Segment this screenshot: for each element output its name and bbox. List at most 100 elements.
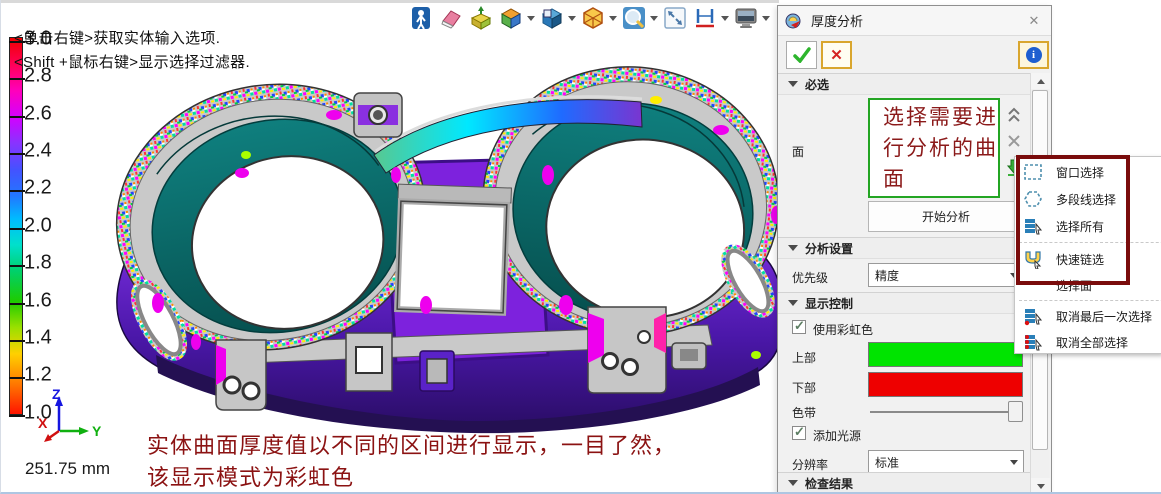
viewport-toolbar	[406, 4, 802, 32]
dialog-title: 厚度分析	[811, 11, 863, 30]
collapse-triangle-icon	[788, 480, 798, 486]
scroll-up-icon[interactable]	[1031, 73, 1050, 89]
light-checkbox-label: 添加光源	[813, 427, 861, 444]
resolution-dropdown[interactable]: 标准	[868, 450, 1024, 474]
cancel-last-selection-icon	[1020, 306, 1046, 326]
dialog-titlebar[interactable]: 厚度分析 ✕	[778, 6, 1051, 36]
prompt-right-click: <单击右键>获取实体输入选项.	[14, 27, 220, 48]
cancel-button[interactable]: ✕	[821, 41, 852, 69]
shaded-cube-icon	[499, 6, 523, 30]
upper-color-swatch[interactable]	[868, 342, 1023, 367]
section-display-control[interactable]: 显示控制	[778, 292, 1030, 314]
resolution-label: 分辨率	[792, 456, 828, 473]
priority-dropdown[interactable]: 精度	[868, 263, 1024, 287]
info-icon: i	[1026, 47, 1042, 63]
section-required[interactable]: 必选	[778, 73, 1030, 95]
color-band-slider-handle[interactable]	[1008, 401, 1023, 422]
scale-label: 1.8	[24, 252, 52, 275]
collapse-triangle-icon	[788, 245, 798, 251]
thickness-analysis-icon	[785, 12, 803, 30]
color-band-slider-track[interactable]	[870, 411, 1008, 413]
color-band-label: 色带	[792, 404, 816, 421]
dropdown-arrow[interactable]	[649, 5, 658, 31]
thickness-color-scale	[9, 37, 23, 415]
cancel-all-selection-icon	[1020, 332, 1046, 352]
menu-item-cancel-last-selection[interactable]: 取消最后一次选择	[1015, 303, 1161, 329]
priority-value: 精度	[875, 267, 899, 284]
wireframe-sphere-button[interactable]	[580, 5, 606, 31]
green-check-icon	[793, 47, 811, 63]
rainbow-checkbox-label: 使用彩虹色	[813, 321, 873, 338]
extrude-box-icon	[469, 6, 493, 30]
zoom-button[interactable]	[621, 5, 647, 31]
display-monitor-icon	[734, 7, 758, 29]
wireframe-sphere-icon	[581, 6, 605, 30]
resolution-value: 标准	[875, 454, 899, 471]
info-button[interactable]: i	[1018, 41, 1049, 69]
measure-distance-icon	[693, 6, 717, 30]
light-checkbox[interactable]	[792, 426, 806, 440]
eraser-icon	[439, 7, 463, 29]
collapse-chevrons-icon[interactable]	[1004, 104, 1024, 126]
model-3d-instrument-cluster[interactable]	[96, 55, 786, 445]
section-required-label: 必选	[805, 76, 829, 93]
dropdown-arrow[interactable]	[526, 5, 535, 31]
section-view-button[interactable]	[539, 5, 565, 31]
scale-label: 2.6	[24, 103, 52, 126]
fit-window-button[interactable]	[662, 5, 688, 31]
extrude-box-button[interactable]	[468, 5, 494, 31]
close-icon[interactable]: ✕	[1026, 13, 1042, 29]
scale-label: 2.0	[24, 215, 52, 238]
lower-color-label: 下部	[792, 379, 816, 396]
collapse-triangle-icon	[788, 300, 798, 306]
scroll-down-icon[interactable]	[1031, 478, 1050, 494]
dropdown-arrow[interactable]	[761, 5, 770, 31]
axis-y-label: Y	[92, 423, 102, 439]
section-display-label: 显示控制	[805, 295, 853, 312]
section-analysis-settings[interactable]: 分析设置	[778, 237, 1030, 259]
clear-selection-icon[interactable]	[1004, 130, 1024, 152]
zoom-magnifier-icon	[622, 6, 646, 30]
exit-sketch-button[interactable]	[408, 5, 434, 31]
annotation-select-surfaces: 选择需要进行分析的曲面	[868, 98, 1000, 198]
shaded-cube-button[interactable]	[498, 5, 524, 31]
start-analysis-button[interactable]: 开始分析	[868, 201, 1024, 232]
menu-item-cancel-all-selection[interactable]: 取消全部选择	[1015, 329, 1161, 355]
fit-window-icon	[663, 6, 687, 30]
annotation-rainbow-line1: 实体曲面厚度值以不同的区间进行显示，一目了然，	[147, 428, 676, 460]
display-monitor-button[interactable]	[733, 5, 759, 31]
dropdown-arrow[interactable]	[608, 5, 617, 31]
menu-separator	[1019, 300, 1161, 301]
coordinate-triad: Z Y X	[36, 386, 106, 448]
section-settings-label: 分析设置	[805, 240, 853, 257]
priority-label: 优先级	[792, 269, 828, 286]
prompt-shift-right-click: <Shift +鼠标右键>显示选择过滤器.	[14, 51, 250, 72]
menu-item-label: 取消全部选择	[1056, 334, 1128, 351]
section-results-label: 检查结果	[805, 475, 853, 492]
menu-item-label: 取消最后一次选择	[1056, 308, 1152, 325]
rainbow-checkbox[interactable]	[792, 320, 806, 334]
exit-sketch-icon	[410, 6, 432, 30]
chevron-down-icon	[1010, 460, 1018, 465]
scale-label: 1.6	[24, 290, 52, 313]
scale-label: 1.4	[24, 327, 52, 350]
dropdown-arrow[interactable]	[720, 5, 729, 31]
section-view-icon	[540, 6, 564, 30]
red-x-icon: ✕	[830, 46, 843, 64]
axis-x-label: X	[38, 415, 48, 431]
scale-label: 2.2	[24, 177, 52, 200]
ribbon-boundary-line	[1, 0, 779, 3]
scale-label: 1.2	[24, 364, 52, 387]
dropdown-arrow[interactable]	[567, 5, 576, 31]
ok-button[interactable]	[786, 41, 817, 69]
lower-color-swatch[interactable]	[868, 372, 1023, 397]
eraser-button[interactable]	[438, 5, 464, 31]
cad-application-window: <单击右键>获取实体输入选项. <Shift +鼠标右键>显示选择过滤器. 3.…	[0, 0, 1161, 494]
section-check-results[interactable]: 检查结果	[778, 472, 1030, 494]
thickness-analysis-dialog: 厚度分析 ✕ ✕ i 必选 面	[777, 5, 1052, 494]
collapse-triangle-icon	[788, 81, 798, 87]
model-dimension-readout: 251.75 mm	[25, 459, 110, 479]
upper-color-label: 上部	[792, 349, 816, 366]
measure-distance-button[interactable]	[692, 5, 718, 31]
annotation-rainbow-line2: 该显示模式为彩虹色	[147, 460, 354, 492]
